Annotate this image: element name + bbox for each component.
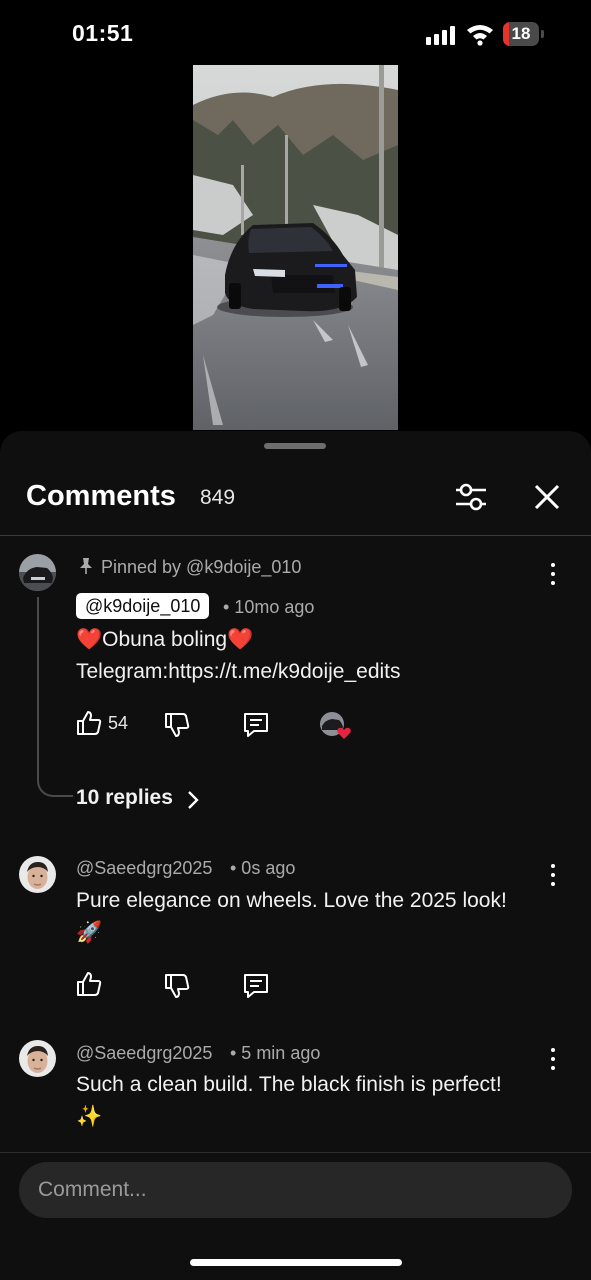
pinned-label: Pinned by @k9doije_010 [101, 557, 302, 577]
comment-author[interactable]: @Saeedgrg2025 [76, 858, 212, 879]
like-icon[interactable] [75, 709, 103, 737]
comment-more-icon[interactable] [543, 1045, 563, 1073]
battery-icon: 18 [503, 22, 539, 46]
home-indicator[interactable] [190, 1259, 402, 1266]
comments-title: Comments [26, 480, 176, 512]
close-icon[interactable] [528, 478, 566, 516]
battery-tip [541, 30, 544, 38]
reply-icon[interactable] [242, 972, 270, 1000]
comments-count: 849 [200, 486, 236, 509]
avatar[interactable] [19, 856, 56, 893]
comment-input[interactable]: Comment... [19, 1162, 572, 1218]
battery-percent: 18 [511, 24, 531, 43]
sliders-icon[interactable] [452, 478, 490, 516]
comment-text-line1: Such a clean build. The black finish is … [76, 1073, 502, 1096]
chevron-right-icon[interactable] [186, 789, 200, 811]
composer-divider [0, 1152, 591, 1153]
comment-text-line2[interactable]: Telegram:https://t.me/k9doije_edits [76, 656, 401, 688]
comment-author[interactable]: @Saeedgrg2025 [76, 1043, 212, 1064]
comment-text-line1: Pure elegance on wheels. Love the 2025 l… [76, 889, 507, 912]
creator-heart-icon [320, 712, 351, 739]
like-icon[interactable] [75, 970, 103, 998]
avatar[interactable] [19, 1040, 56, 1077]
status-bar: 01:51 18 [0, 0, 591, 66]
cellular-signal-icon [426, 25, 458, 45]
view-replies-button[interactable]: 10 replies [76, 786, 173, 810]
sheet-drag-handle[interactable] [264, 443, 326, 449]
pin-icon [80, 558, 92, 574]
reply-icon[interactable] [242, 711, 270, 739]
video-frame-image [193, 65, 398, 430]
reply-thread-line [37, 597, 73, 797]
like-count: 54 [108, 713, 129, 733]
dislike-icon[interactable] [163, 972, 191, 1000]
comment-author-chip[interactable]: @k9doije_010 [76, 593, 210, 619]
comment-time: • 5 min ago [230, 1043, 321, 1063]
status-time: 01:51 [72, 20, 134, 46]
comments-sheet: Comments 849 Pinned by @k9doije_010 @k9d… [0, 431, 591, 1280]
header-divider [0, 535, 591, 536]
comment-text-line2: ✨ [76, 1105, 103, 1128]
comment-time: • 10mo ago [223, 597, 315, 617]
wifi-icon [467, 25, 493, 46]
video-player[interactable] [193, 65, 398, 430]
comment-text-line2: 🚀 [76, 921, 103, 944]
comment-time: • 0s ago [230, 858, 296, 878]
avatar[interactable] [19, 554, 56, 591]
comment-text-line1: ❤️Obuna boling❤️ [76, 628, 254, 651]
comment-more-icon[interactable] [543, 560, 563, 588]
comment-input-placeholder: Comment... [38, 1178, 147, 1201]
dislike-icon[interactable] [163, 711, 191, 739]
comment-more-icon[interactable] [543, 861, 563, 889]
